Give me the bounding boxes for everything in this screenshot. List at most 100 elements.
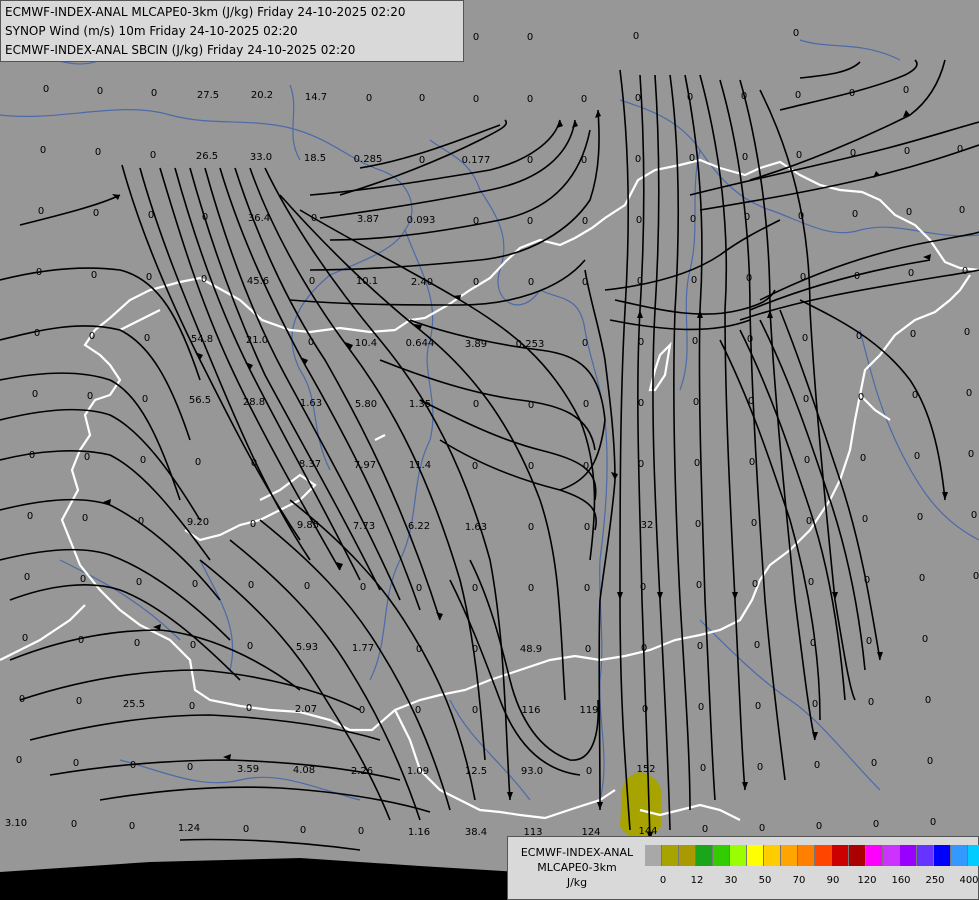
value-label: 0 [87,391,93,402]
value-label: 0 [689,153,695,164]
value-label: 0 [472,644,478,655]
value-label: 7.73 [353,521,375,532]
value-label: 0 [91,270,97,281]
value-label: 1.35 [409,399,431,410]
value-label: 0 [973,571,979,582]
value-label: 0 [584,522,590,533]
value-label: 0 [195,457,201,468]
value-label: 4.08 [293,765,315,776]
value-label: 1.77 [352,643,374,654]
value-label: 2.07 [295,704,317,715]
value-label: 0 [129,821,135,832]
value-label: 0 [415,705,421,716]
value-label: 0 [812,699,818,710]
value-label: 0 [903,85,909,96]
value-label: 0 [248,580,254,591]
value-label: 0 [808,577,814,588]
value-label: 0 [795,90,801,101]
value-label: 0 [635,154,641,165]
value-label: 0 [583,399,589,410]
value-label: 0 [134,638,140,649]
value-label: 0 [27,511,33,522]
value-label: 0 [802,333,808,344]
value-label: 0 [906,207,912,218]
value-label: 0 [473,32,479,43]
value-label: 0 [816,821,822,832]
value-label: 0 [73,758,79,769]
header-line-cin: ECMWF-INDEX-ANAL SBCIN (J/kg) Friday 24-… [5,43,356,57]
value-label: 0 [366,93,372,104]
value-label: 0 [189,701,195,712]
legend-swatch [968,845,979,866]
value-label: 54.8 [191,334,213,345]
value-label: 33.0 [250,152,272,163]
legend-swatch [900,845,917,866]
value-label: 45.6 [247,276,269,287]
value-label: 0 [749,457,755,468]
value-label: 0 [187,762,193,773]
value-label: 0 [472,705,478,716]
value-label: 0 [527,94,533,105]
value-label: 0 [638,337,644,348]
legend-swatch [645,845,662,866]
value-label: 27.5 [197,90,219,101]
value-label: 0 [24,572,30,583]
value-label: 0 [89,331,95,342]
value-label: 9.20 [187,517,209,528]
value-label: 0 [148,210,154,221]
value-label: 0 [754,640,760,651]
value-label: 0 [635,93,641,104]
value-label: 0 [43,84,49,95]
value-label: 0 [744,212,750,223]
value-label: 56.5 [189,395,211,406]
value-label: 0 [247,641,253,652]
legend-swatch [917,845,934,866]
value-label: 0 [700,763,706,774]
legend-model: ECMWF-INDEX-ANAL [520,846,634,859]
value-label: 0 [741,91,747,102]
value-label: 0 [638,398,644,409]
value-label: 0 [581,155,587,166]
value-label: 0 [860,453,866,464]
value-label: 0 [586,766,592,777]
value-label: 1.24 [178,823,200,834]
value-label: 0 [22,633,28,644]
value-label: 2.40 [411,277,433,288]
value-label: 0 [804,455,810,466]
value-label: 0 [800,272,806,283]
legend-unit: J/kg [566,876,588,889]
value-label: 0 [968,449,974,460]
value-label: 0 [144,333,150,344]
value-label: 0 [190,640,196,651]
value-label: 0.253 [516,339,545,350]
legend-tick: 250 [925,875,945,886]
value-label: 0 [40,145,46,156]
value-label: 28.8 [243,397,265,408]
value-label: 0 [136,577,142,588]
value-label: 5.80 [355,399,377,410]
value-label: 0 [690,214,696,225]
value-label: 0 [416,644,422,655]
value-label: 38.4 [465,827,487,838]
value-label: 0 [358,826,364,837]
value-label: 2.26 [351,766,373,777]
value-label: 0 [582,216,588,227]
value-label: 0 [912,390,918,401]
value-label: 0 [29,450,35,461]
value-label: 0 [803,394,809,405]
value-label: 0 [528,522,534,533]
value-label: 1.63 [465,522,487,533]
value-label: 0 [300,825,306,836]
legend-swatch [815,845,832,866]
value-label: 7.97 [354,460,376,471]
value-label: 0 [80,574,86,585]
value-label: 0 [202,212,208,223]
value-label: 0 [850,148,856,159]
value-label: 0 [304,581,310,592]
value-label: 0 [966,388,972,399]
value-label: 0 [308,337,314,348]
value-label: 0.177 [462,155,491,166]
value-label: 0.093 [407,215,436,226]
legend-swatch [747,845,764,866]
legend-swatch [730,845,747,866]
